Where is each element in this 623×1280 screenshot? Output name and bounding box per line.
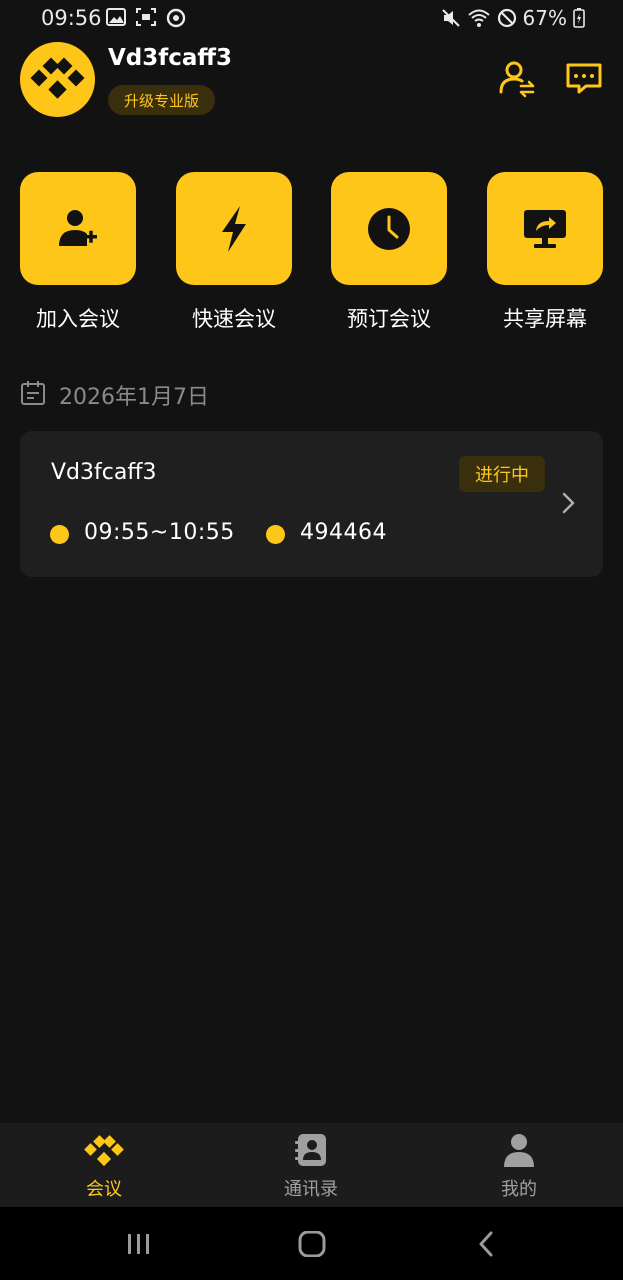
share-screen-tile[interactable] xyxy=(487,172,603,285)
tab-contacts-label: 通讯录 xyxy=(284,1179,338,1200)
sync-icon xyxy=(166,8,186,28)
share-screen-label: 共享屏幕 xyxy=(503,307,587,331)
join-meeting-tile[interactable] xyxy=(20,172,136,285)
app-logo-icon xyxy=(30,57,85,99)
meeting-time: 09:55~10:55 xyxy=(84,520,235,545)
recent-apps-icon[interactable] xyxy=(124,1231,154,1257)
system-nav-bar xyxy=(0,1207,623,1280)
profile-icon xyxy=(504,1134,534,1167)
id-dot-icon xyxy=(266,525,285,544)
bottom-tab-bar: 会议 通讯录 我的 xyxy=(0,1123,623,1207)
battery-icon xyxy=(573,8,585,28)
tab-meetings[interactable]: 会议 xyxy=(24,1123,184,1207)
status-right-icons: 67% xyxy=(441,6,585,30)
share-screen-action[interactable]: 共享屏幕 xyxy=(487,172,603,333)
meeting-card[interactable]: Vd3fcaff3 进行中 09:55~10:55 494464 xyxy=(20,431,603,577)
home-icon[interactable] xyxy=(297,1231,327,1257)
share-screen-icon xyxy=(524,209,566,248)
wifi-icon xyxy=(467,9,490,27)
tab-meetings-label: 会议 xyxy=(86,1179,122,1200)
image-icon xyxy=(106,8,126,26)
meeting-status-badge: 进行中 xyxy=(459,456,545,492)
quick-meeting-tile[interactable] xyxy=(176,172,292,285)
date-label: 2026年1月7日 xyxy=(59,385,209,410)
chevron-right-icon xyxy=(562,492,575,514)
dnd-icon xyxy=(497,8,516,28)
calendar-icon xyxy=(21,381,45,405)
clock-icon xyxy=(368,207,410,250)
switch-account-button[interactable] xyxy=(497,58,537,98)
status-time: 09:56 xyxy=(41,6,102,30)
switch-account-icon xyxy=(499,61,535,98)
upgrade-button[interactable]: 升级专业版 xyxy=(108,85,215,115)
schedule-meeting-label: 预订会议 xyxy=(347,307,431,331)
user-name: Vd3fcaff3 xyxy=(108,45,233,71)
tab-contacts[interactable]: 通讯录 xyxy=(231,1123,391,1207)
join-meeting-label: 加入会议 xyxy=(36,307,120,331)
battery-percent: 67% xyxy=(522,6,567,30)
meeting-title: Vd3fcaff3 xyxy=(51,460,157,485)
schedule-meeting-tile[interactable] xyxy=(331,172,447,285)
message-button[interactable] xyxy=(564,58,604,98)
back-icon[interactable] xyxy=(472,1231,502,1257)
screenshot-icon xyxy=(136,8,156,26)
meeting-id: 494464 xyxy=(300,520,387,545)
meeting-logo-icon xyxy=(84,1135,124,1167)
contacts-icon xyxy=(295,1134,326,1166)
join-user-icon xyxy=(59,209,97,246)
mute-icon xyxy=(441,9,460,27)
quick-meeting-action[interactable]: 快速会议 xyxy=(176,172,292,333)
quick-meeting-label: 快速会议 xyxy=(192,307,276,331)
status-bar: 09:56 67% xyxy=(0,0,623,36)
lightning-icon xyxy=(222,205,246,252)
status-left-icons xyxy=(106,8,186,28)
schedule-meeting-action[interactable]: 预订会议 xyxy=(331,172,447,333)
message-icon xyxy=(566,63,602,94)
join-meeting-action[interactable]: 加入会议 xyxy=(20,172,136,333)
tab-profile[interactable]: 我的 xyxy=(439,1123,599,1207)
time-dot-icon xyxy=(50,525,69,544)
tab-profile-label: 我的 xyxy=(501,1179,537,1200)
avatar[interactable] xyxy=(20,42,95,117)
